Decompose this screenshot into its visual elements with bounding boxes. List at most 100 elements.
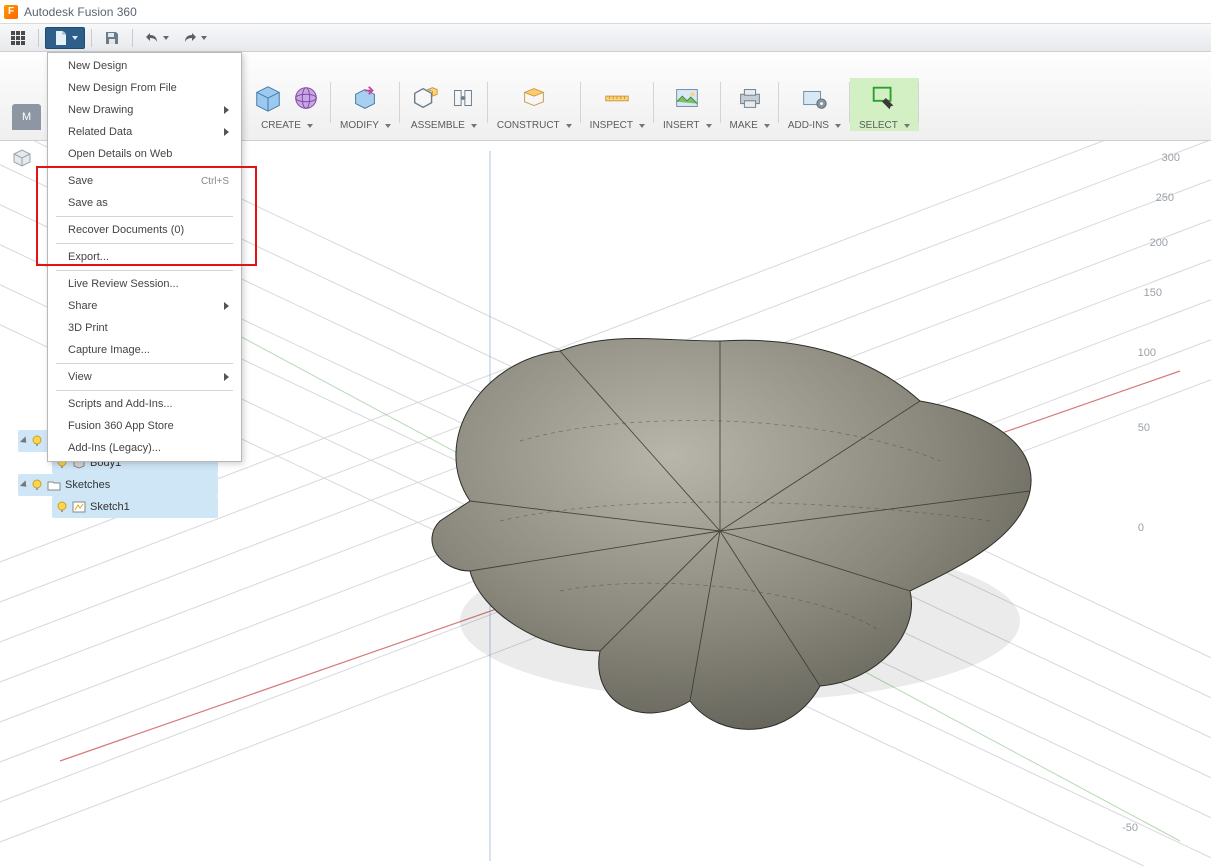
menu-separator [56, 390, 233, 391]
menu-item-label: Add-Ins (Legacy)... [68, 442, 161, 454]
sphere-icon [290, 82, 322, 114]
chevron-down-icon [385, 124, 391, 128]
menu-item-label: Related Data [68, 126, 132, 138]
chevron-down-icon [835, 124, 841, 128]
menu-item[interactable]: Export... [48, 246, 241, 268]
menu-item-label: View [68, 371, 92, 383]
component-icon [409, 82, 441, 114]
menu-item-label: Live Review Session... [68, 278, 179, 290]
ribbon-label: ASSEMBLE [411, 120, 465, 131]
folder-icon [47, 479, 61, 491]
menu-item-label: Save [68, 175, 93, 187]
ribbon-label: ADD-INS [788, 120, 829, 131]
menu-item[interactable]: New Drawing [48, 99, 241, 121]
measure-icon [601, 82, 633, 114]
chevron-down-icon [706, 124, 712, 128]
menu-separator [56, 363, 233, 364]
undo-icon [144, 30, 160, 46]
menu-item[interactable]: 3D Print [48, 317, 241, 339]
menu-item[interactable]: New Design From File [48, 77, 241, 99]
separator [38, 29, 39, 47]
chevron-down-icon [307, 124, 313, 128]
ribbon-group-modify[interactable]: MODIFY [331, 78, 400, 131]
ribbon-group-construct[interactable]: CONSTRUCT [488, 78, 581, 131]
tree-node-sketches[interactable]: Sketches [18, 474, 218, 496]
menu-item[interactable]: SaveCtrl+S [48, 170, 241, 192]
menu-item[interactable]: Add-Ins (Legacy)... [48, 437, 241, 459]
menu-item[interactable]: Scripts and Add-Ins... [48, 393, 241, 415]
data-panel-button[interactable] [4, 27, 32, 49]
menu-item-label: Scripts and Add-Ins... [68, 398, 173, 410]
print-icon [734, 82, 766, 114]
cube-icon [10, 146, 34, 170]
plane-icon [518, 82, 550, 114]
ribbon-group-assemble[interactable]: ASSEMBLE [400, 78, 488, 131]
document-tab[interactable]: M [12, 104, 41, 130]
separator [132, 29, 133, 47]
view-cube[interactable] [10, 146, 34, 170]
ribbon-group-insert[interactable]: INSERT [654, 78, 721, 131]
chevron-down-icon [764, 124, 770, 128]
separator [91, 29, 92, 47]
ribbon-label: MAKE [730, 120, 758, 131]
menu-separator [56, 270, 233, 271]
menu-item[interactable]: Live Review Session... [48, 273, 241, 295]
ribbon-group-create[interactable]: CREATE [243, 78, 331, 131]
chevron-right-icon [224, 106, 229, 114]
menu-item-label: Export... [68, 251, 109, 263]
menu-item-label: Share [68, 300, 97, 312]
menu-item[interactable]: Related Data [48, 121, 241, 143]
file-menu-button[interactable] [45, 27, 85, 49]
chevron-down-icon [904, 124, 910, 128]
chevron-right-icon [224, 128, 229, 136]
visibility-icon[interactable] [31, 479, 43, 491]
ribbon-group-make[interactable]: MAKE [721, 78, 779, 131]
ribbon-group-inspect[interactable]: INSPECT [581, 78, 654, 131]
ruler-tick-label: 250 [1156, 192, 1174, 204]
file-icon [53, 30, 69, 46]
expand-icon[interactable] [20, 436, 29, 445]
menu-item[interactable]: Capture Image... [48, 339, 241, 361]
ribbon-label: MODIFY [340, 120, 379, 131]
addins-icon [798, 82, 830, 114]
ribbon-label: SELECT [859, 120, 898, 131]
expand-icon[interactable] [20, 480, 29, 489]
menu-item-label: Fusion 360 App Store [68, 420, 174, 432]
menu-item[interactable]: Recover Documents (0) [48, 219, 241, 241]
menu-item-label: New Design [68, 60, 127, 72]
app-title: Autodesk Fusion 360 [24, 5, 137, 19]
redo-button[interactable] [177, 27, 211, 49]
menu-item[interactable]: Open Details on Web [48, 143, 241, 165]
ribbon-label: CREATE [261, 120, 301, 131]
undo-button[interactable] [139, 27, 173, 49]
menu-item-label: New Design From File [68, 82, 177, 94]
menu-item[interactable]: View [48, 366, 241, 388]
menu-item[interactable]: New Design [48, 55, 241, 77]
ribbon-group-addins[interactable]: ADD-INS [779, 78, 850, 131]
ruler-tick-label: 300 [1162, 152, 1180, 164]
menu-item-label: New Drawing [68, 104, 133, 116]
ruler-tick-label: 200 [1150, 237, 1168, 249]
menu-item[interactable]: Save as [48, 192, 241, 214]
tree-node-sketch1[interactable]: Sketch1 [52, 496, 218, 518]
tree-label: Sketches [65, 479, 110, 491]
ribbon-group-select[interactable]: SELECT [850, 78, 919, 131]
press-pull-icon [349, 82, 381, 114]
save-icon [104, 30, 120, 46]
visibility-icon[interactable] [31, 435, 43, 447]
quick-access-toolbar [0, 24, 1211, 52]
titlebar: F Autodesk Fusion 360 [0, 0, 1211, 24]
image-icon [671, 82, 703, 114]
save-button[interactable] [98, 27, 126, 49]
chevron-right-icon [224, 373, 229, 381]
tree-label: Sketch1 [90, 501, 130, 513]
menu-item[interactable]: Fusion 360 App Store [48, 415, 241, 437]
chevron-down-icon [566, 124, 572, 128]
menu-item[interactable]: Share [48, 295, 241, 317]
app-logo-icon: F [4, 5, 18, 19]
ruler-tick-label: 0 [1138, 522, 1144, 534]
visibility-icon[interactable] [56, 501, 68, 513]
select-icon [868, 82, 900, 114]
ruler-tick-label: 100 [1138, 347, 1156, 359]
ribbon-label: CONSTRUCT [497, 120, 560, 131]
